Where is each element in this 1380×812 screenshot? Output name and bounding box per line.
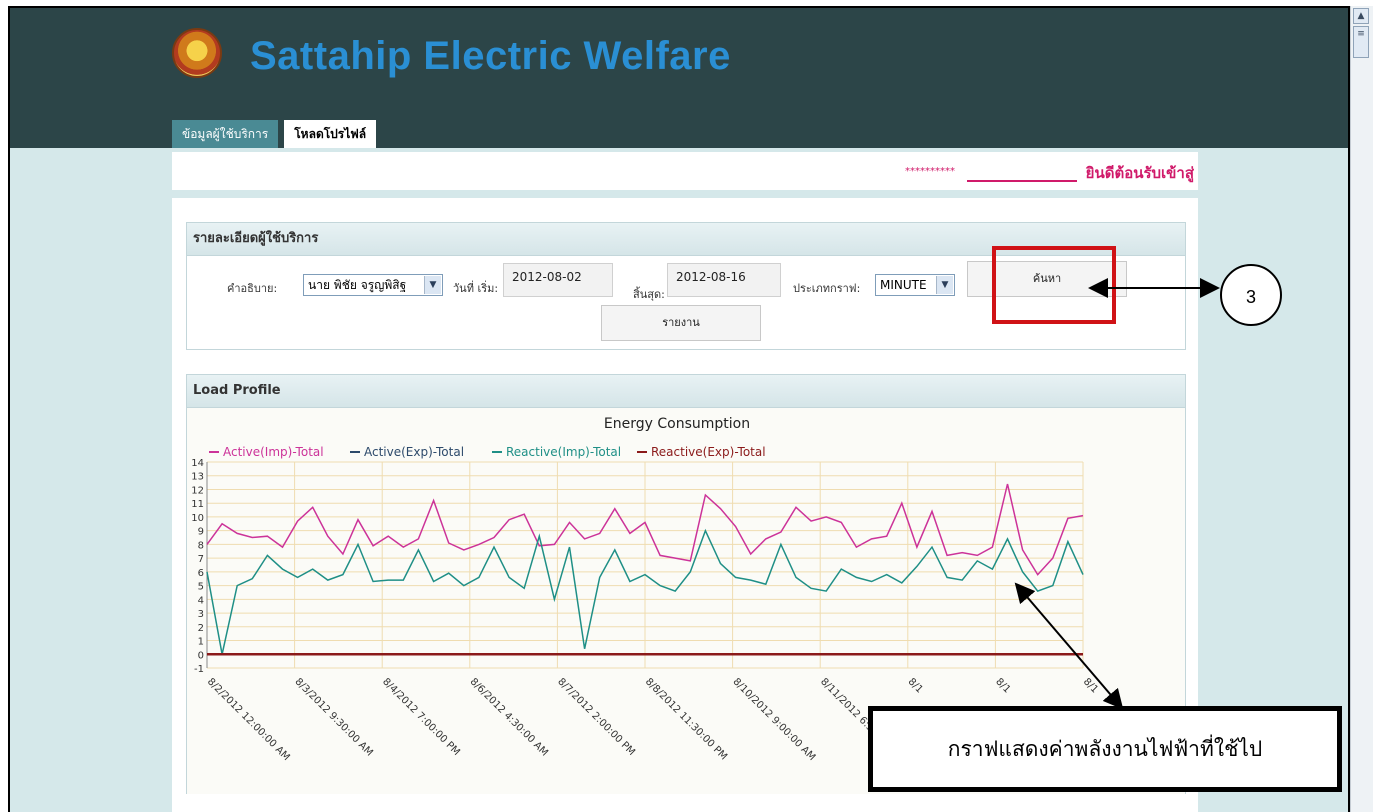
scroll-up-icon[interactable]: ▲ <box>1353 8 1369 24</box>
vertical-scrollbar[interactable]: ▲ ≡ <box>1350 6 1373 812</box>
annotation-arrows <box>1014 278 1220 710</box>
graph-arrow <box>1014 582 1124 710</box>
browser-page: Sattahip Electric Welfare ข้อมูลผู้ใช้บร… <box>8 6 1350 812</box>
scroll-thumb[interactable]: ≡ <box>1353 26 1369 58</box>
graph-caption-box: กราฟแสดงค่าพลังงานไฟฟ้าที่ใช้ไป <box>868 706 1342 792</box>
